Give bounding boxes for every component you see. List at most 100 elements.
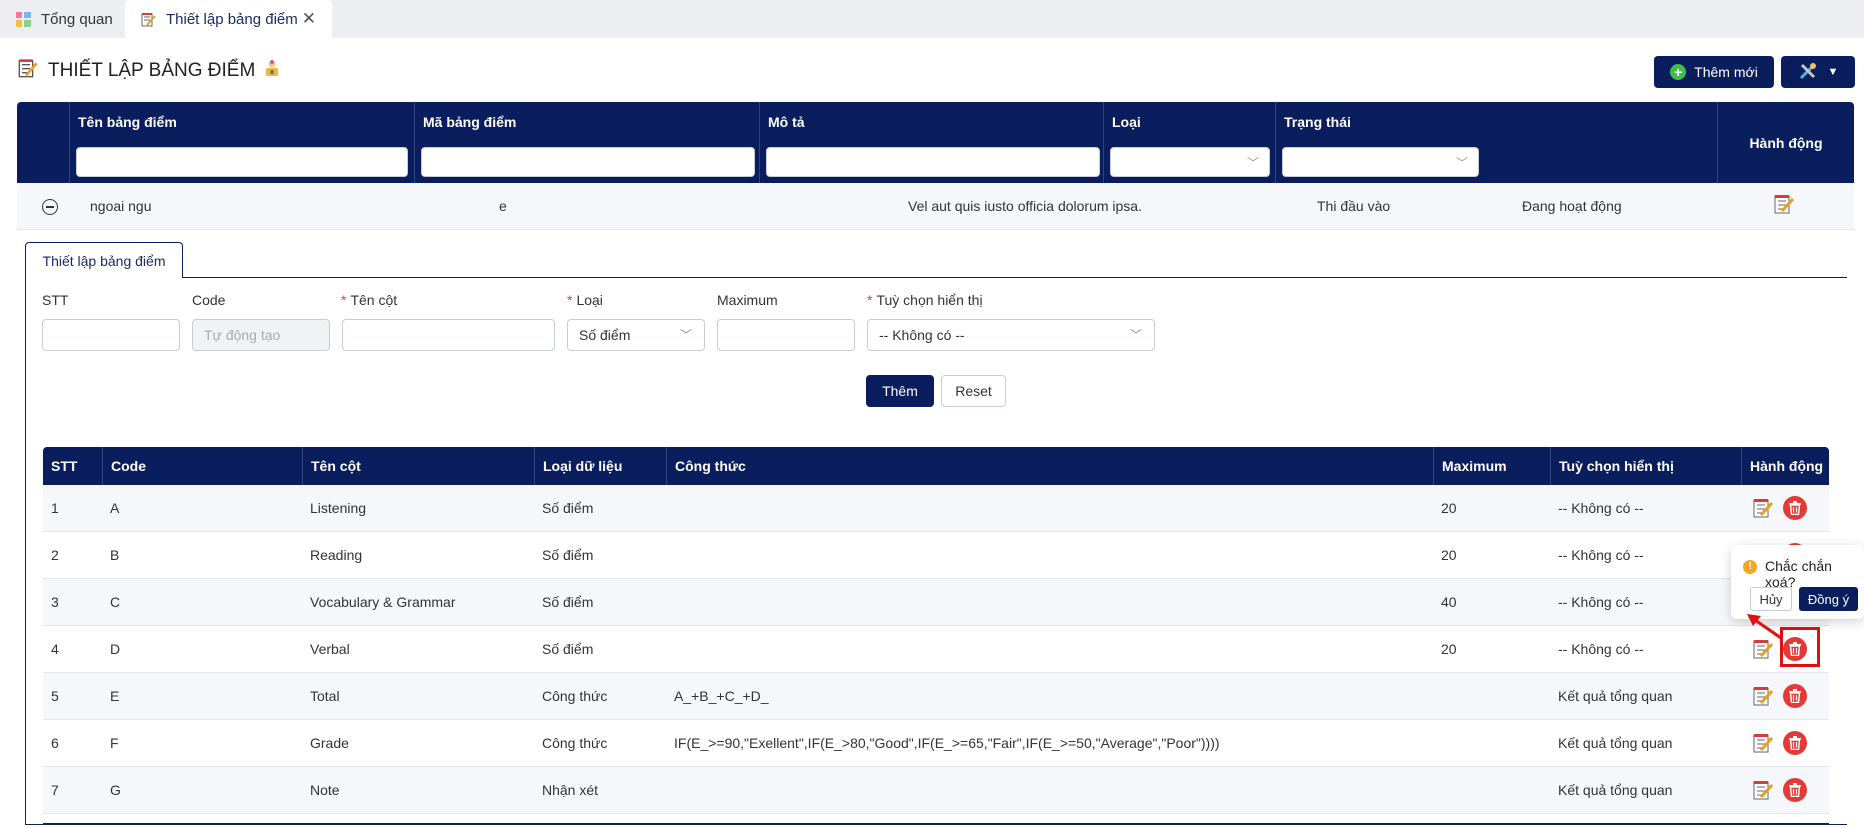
cell-max	[1433, 767, 1550, 814]
table-row[interactable]: 1 A Listening Số điểm 20 -- Không có --	[43, 485, 1829, 532]
cell-max: 20	[1441, 547, 1457, 563]
edit-icon[interactable]	[1752, 779, 1774, 801]
cell-formula	[666, 579, 1433, 626]
reset-button[interactable]: Reset	[941, 375, 1006, 407]
edit-icon[interactable]	[1752, 732, 1774, 754]
add-new-button[interactable]: + Thêm mới	[1654, 56, 1774, 88]
trash-icon[interactable]	[1783, 778, 1807, 802]
column-header: Công thức	[666, 447, 1433, 485]
close-icon[interactable]: ✕	[302, 10, 316, 27]
column-header: Tên bảng điểm	[78, 114, 177, 130]
row-code: e	[499, 198, 507, 214]
subtab-label: Thiết lập bảng điểm	[42, 252, 166, 269]
stt-input[interactable]	[42, 319, 180, 351]
cell-type: Nhận xét	[542, 782, 599, 798]
filter-status-select[interactable]: ﹀	[1282, 147, 1479, 177]
name-label-text: Tên cột	[350, 292, 398, 308]
table-row[interactable]: 5 E Total Công thức A_+B_+C_+D_ Kết quả tổng …	[43, 673, 1829, 720]
reset-label: Reset	[955, 383, 992, 399]
stt-label: STT	[42, 292, 69, 308]
column-header: Hành động	[1741, 447, 1829, 485]
edit-icon[interactable]	[1752, 497, 1774, 519]
code-placeholder: Tự động tạo	[204, 327, 281, 343]
type-select[interactable]: Số điểm ﹀	[567, 319, 705, 351]
max-label: Maximum	[717, 292, 778, 308]
row-description: Vel aut quis iusto officia dolorum ipsa.	[908, 198, 1142, 214]
chevron-down-icon: ﹀	[1129, 328, 1142, 342]
tab-score-config[interactable]: Thiết lập bảng điểm	[25, 242, 183, 278]
cell-formula	[666, 485, 1433, 532]
display-label-text: Tuỳ chọn hiển thị	[876, 292, 983, 308]
column-code: Mã bảng điểm	[414, 102, 759, 183]
trash-icon[interactable]	[1783, 496, 1807, 520]
cell-display: -- Không có --	[1558, 500, 1644, 516]
cell-code: G	[110, 782, 121, 798]
table-row[interactable]: ngoai ngu e Vel aut quis iusto officia d…	[17, 183, 1854, 230]
tab-overview[interactable]: Tổng quan	[0, 0, 124, 38]
code-input[interactable]: Tự động tạo	[192, 319, 330, 351]
trash-icon[interactable]	[1783, 684, 1807, 708]
cell-name: Vocabulary & Grammar	[310, 594, 456, 610]
name-label: * Tên cột	[341, 292, 398, 308]
display-option-select[interactable]: -- Không có -- ﹀	[867, 319, 1155, 351]
cell-type: Công thức	[542, 688, 608, 704]
table-row[interactable]: 2 B Reading Số điểm 20 -- Không có --	[43, 532, 1829, 579]
cell-max	[1433, 673, 1550, 720]
filter-type-select[interactable]: ﹀	[1110, 147, 1270, 177]
tab-score-setup[interactable]: Thiết lập bảng điểm ✕	[125, 0, 332, 38]
cell-name: Total	[310, 688, 340, 704]
column-header: Loại dữ liệu	[534, 447, 666, 485]
cell-stt: 4	[51, 641, 59, 657]
tools-dropdown-button[interactable]: ▼	[1781, 56, 1855, 88]
cell-name: Listening	[310, 500, 367, 516]
cell-stt: 5	[51, 688, 59, 704]
cell-display: -- Không có --	[1558, 641, 1644, 657]
collapse-icon[interactable]	[42, 199, 58, 215]
edit-icon[interactable]	[1773, 193, 1795, 215]
column-header: Loại	[1112, 114, 1141, 130]
cell-formula	[666, 767, 1433, 814]
columns-table-header: STT Code Tên cột Loại dữ liệu Công thức …	[43, 447, 1829, 485]
code-label: Code	[192, 292, 226, 308]
confirm-label: Đồng ý	[1807, 591, 1850, 607]
table-row[interactable]: 3 C Vocabulary & Grammar Số điểm 40 -- Không …	[43, 579, 1829, 626]
warning-icon: !	[1743, 560, 1757, 574]
cancel-button[interactable]: Hủy	[1750, 587, 1792, 611]
filter-description-input[interactable]	[766, 147, 1100, 177]
chevron-down-icon: ﹀	[1455, 156, 1468, 170]
tab-label: Thiết lập bảng điểm	[166, 10, 298, 28]
filter-code-input[interactable]	[421, 147, 755, 177]
cell-formula	[666, 626, 1433, 673]
cell-max	[1433, 720, 1550, 767]
cell-max: 20	[1441, 641, 1457, 657]
cell-name: Note	[310, 782, 340, 798]
cell-display: -- Không có --	[1558, 547, 1644, 563]
cell-type: Số điểm	[542, 641, 594, 657]
confirm-button[interactable]: Đồng ý	[1799, 587, 1858, 611]
type-select-value: Số điểm	[579, 327, 631, 343]
column-name-input[interactable]	[342, 319, 555, 351]
table-row[interactable]: 6 F Grade Công thức IF(E_>=90,"Exellent",IF(…	[43, 720, 1829, 767]
add-column-button[interactable]: Thêm	[866, 375, 934, 407]
display-select-value: -- Không có --	[879, 327, 965, 343]
column-actions: Hành động	[1717, 102, 1854, 183]
maximum-input[interactable]	[717, 319, 855, 351]
cell-formula: A_+B_+C_+D_	[674, 688, 769, 704]
notepad-edit-icon	[18, 58, 38, 84]
row-type: Thi đầu vào	[1317, 198, 1391, 214]
tab-bar: Tổng quan Thiết lập bảng điểm ✕	[0, 0, 1864, 38]
caret-down-icon: ▼	[1827, 66, 1839, 78]
dashboard-icon	[16, 11, 31, 27]
cell-code: D	[110, 641, 121, 657]
plus-circle-icon: +	[1670, 64, 1687, 80]
edit-icon[interactable]	[1752, 685, 1774, 707]
trash-icon[interactable]	[1783, 731, 1807, 755]
page-title-text: THIẾT LẬP BẢNG ĐIỂM	[48, 60, 256, 81]
cell-stt: 7	[51, 782, 59, 798]
arrow-annotation	[1745, 612, 1785, 645]
filter-name-input[interactable]	[76, 147, 408, 177]
table-row[interactable]: 4 D Verbal Số điểm 20 -- Không có --	[43, 626, 1829, 673]
chevron-down-icon: ﹀	[679, 328, 692, 342]
cell-name: Grade	[310, 735, 349, 751]
table-row[interactable]: 7 G Note Nhận xét Kết quả tổng quan	[43, 767, 1829, 814]
